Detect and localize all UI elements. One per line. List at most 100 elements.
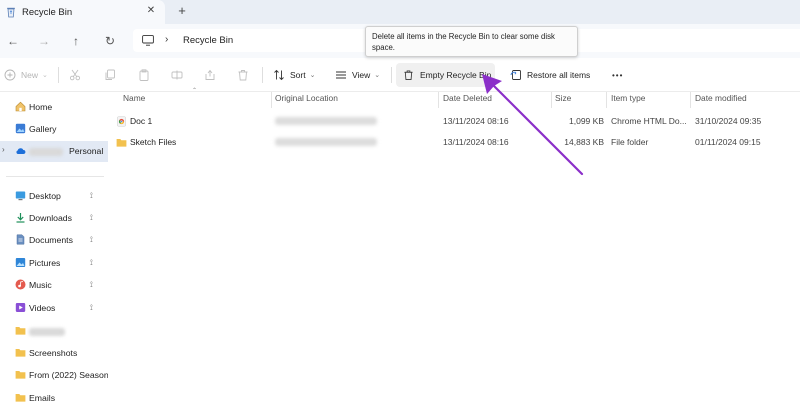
sidebar-item-label: Home: [29, 102, 53, 112]
column-divider[interactable]: [438, 92, 439, 108]
sidebar-item-label: Emails: [29, 393, 56, 403]
sidebar-item-label: Gallery: [29, 124, 57, 134]
column-header-item-type[interactable]: Item type: [611, 93, 645, 107]
sidebar-item-pictures[interactable]: Pictures ⟟: [0, 253, 108, 273]
scissors-icon: [69, 69, 81, 81]
sidebar-item-label: Desktop: [29, 191, 61, 201]
cloud-icon: [16, 148, 26, 154]
sidebar-item-music[interactable]: Music ⟟: [0, 275, 108, 295]
chevron-down-icon: ⌄: [374, 72, 381, 79]
sidebar-item-label: Screenshots: [29, 348, 78, 358]
paste-button[interactable]: [138, 58, 150, 92]
sidebar-item-label: Documents: [29, 235, 73, 245]
pin-icon[interactable]: ⟟: [90, 213, 93, 223]
trash-icon: [404, 70, 413, 80]
sidebar-item-home[interactable]: Home: [0, 97, 108, 117]
sidebar-item-personal[interactable]: › Personal: [0, 141, 108, 162]
pin-icon[interactable]: ⟟: [90, 303, 93, 313]
folder-icon: [116, 139, 127, 147]
pin-icon[interactable]: ⟟: [90, 191, 93, 201]
view-button[interactable]: View ⌄: [335, 58, 380, 92]
sidebar-item-downloads[interactable]: Downloads ⟟: [0, 208, 108, 228]
address-path[interactable]: Recycle Bin: [183, 35, 233, 46]
close-icon[interactable]: ✕: [145, 5, 157, 17]
recycle-bin-icon: [7, 7, 15, 18]
pin-icon[interactable]: ⟟: [90, 280, 93, 290]
column-divider[interactable]: [271, 92, 272, 108]
view-lines-icon: [336, 71, 346, 79]
copy-button[interactable]: [104, 58, 116, 92]
toolbar-divider: [262, 67, 263, 83]
restore-all-button[interactable]: Restore all items: [510, 58, 590, 92]
folder-icon: [15, 327, 26, 335]
download-icon: [16, 213, 25, 223]
item-type: File folder: [611, 137, 649, 147]
sidebar-item-gallery[interactable]: Gallery: [0, 119, 108, 139]
date-deleted: 13/11/2024 08:16: [443, 137, 509, 147]
sort-button[interactable]: Sort ⌄: [273, 58, 315, 92]
column-divider[interactable]: [551, 92, 552, 108]
table-row[interactable]: Doc 1 13/11/2024 08:16 1,099 KB Chrome H…: [108, 111, 800, 132]
sidebar-item-label: Pictures: [29, 258, 61, 268]
pictures-icon: [15, 258, 26, 267]
chevron-right-icon[interactable]: ›: [2, 145, 5, 154]
chevron-down-icon: ⌄: [42, 72, 48, 79]
new-label: New: [21, 70, 39, 80]
share-icon: [205, 69, 215, 80]
sidebar-item-desktop[interactable]: Desktop ⟟: [0, 186, 108, 206]
redacted-original-location: [275, 117, 377, 125]
folder-icon: [15, 394, 26, 402]
rename-button[interactable]: [171, 58, 183, 92]
chrome-html-file-icon: [117, 116, 126, 127]
tooltip: Delete all items in the Recycle Bin to c…: [365, 26, 578, 57]
empty-recycle-bin-button[interactable]: Empty Recycle Bin: [396, 63, 495, 87]
copy-icon: [105, 69, 115, 80]
column-header-original-location[interactable]: Original Location: [275, 93, 338, 107]
column-divider[interactable]: [690, 92, 691, 108]
up-arrow-icon[interactable]: ↑: [68, 33, 84, 49]
new-button[interactable]: New ⌄: [4, 58, 48, 92]
tab-title: Recycle Bin: [22, 7, 73, 18]
column-header-size[interactable]: Size: [555, 93, 571, 107]
sidebar-item-label: Music: [29, 280, 52, 290]
tab-recycle-bin[interactable]: Recycle Bin ✕: [0, 0, 165, 24]
sidebar-item-documents[interactable]: Documents ⟟: [0, 230, 108, 250]
ellipsis-icon: •••: [612, 70, 624, 80]
more-options-button[interactable]: •••: [612, 58, 623, 92]
chevron-down-icon: ⌄: [309, 72, 316, 79]
sidebar-item-label: Videos: [29, 303, 56, 313]
trash-icon: [238, 70, 248, 81]
pin-icon[interactable]: ⟟: [90, 258, 93, 268]
column-header-date-deleted[interactable]: Date Deleted: [443, 93, 492, 107]
sidebar-item-emails[interactable]: Emails: [0, 388, 108, 408]
sidebar-item-screenshots[interactable]: Screenshots: [0, 343, 108, 363]
new-tab-button[interactable]: +: [175, 4, 189, 18]
navigation-pane: Home Gallery › Personal Desktop ⟟ Downlo…: [0, 92, 108, 413]
back-arrow-icon[interactable]: ←: [5, 33, 21, 49]
desktop-icon: [15, 191, 26, 201]
table-row[interactable]: Sketch Files 13/11/2024 08:16 14,883 KB …: [108, 132, 800, 153]
redacted-name: [29, 147, 63, 156]
file-name[interactable]: Doc 1: [130, 116, 152, 126]
sidebar-item-label: [29, 326, 65, 336]
pin-icon[interactable]: ⟟: [90, 235, 93, 245]
clipboard-icon: [139, 69, 149, 81]
cut-button[interactable]: [69, 58, 81, 92]
column-divider[interactable]: [606, 92, 607, 108]
file-name[interactable]: Sketch Files: [130, 137, 176, 147]
column-header-name[interactable]: Name: [123, 93, 145, 107]
delete-button[interactable]: [237, 58, 249, 92]
document-icon: [16, 234, 25, 245]
search-box[interactable]: [565, 29, 800, 52]
restore-all-label: Restore all items: [527, 70, 591, 80]
share-button[interactable]: [204, 58, 216, 92]
column-header-date-modified[interactable]: Date modified: [695, 93, 747, 107]
forward-arrow-icon[interactable]: →: [36, 33, 52, 49]
refresh-icon[interactable]: ↻: [102, 33, 118, 49]
sidebar-item-from-folder[interactable]: From (2022) Season: [0, 365, 108, 385]
sidebar-item-videos[interactable]: Videos ⟟: [0, 298, 108, 318]
rename-icon: [171, 70, 183, 80]
sidebar-item-redacted-folder[interactable]: [0, 321, 108, 341]
file-size: 14,883 KB: [564, 137, 604, 147]
address-bar[interactable]: › Recycle Bin: [133, 29, 368, 52]
